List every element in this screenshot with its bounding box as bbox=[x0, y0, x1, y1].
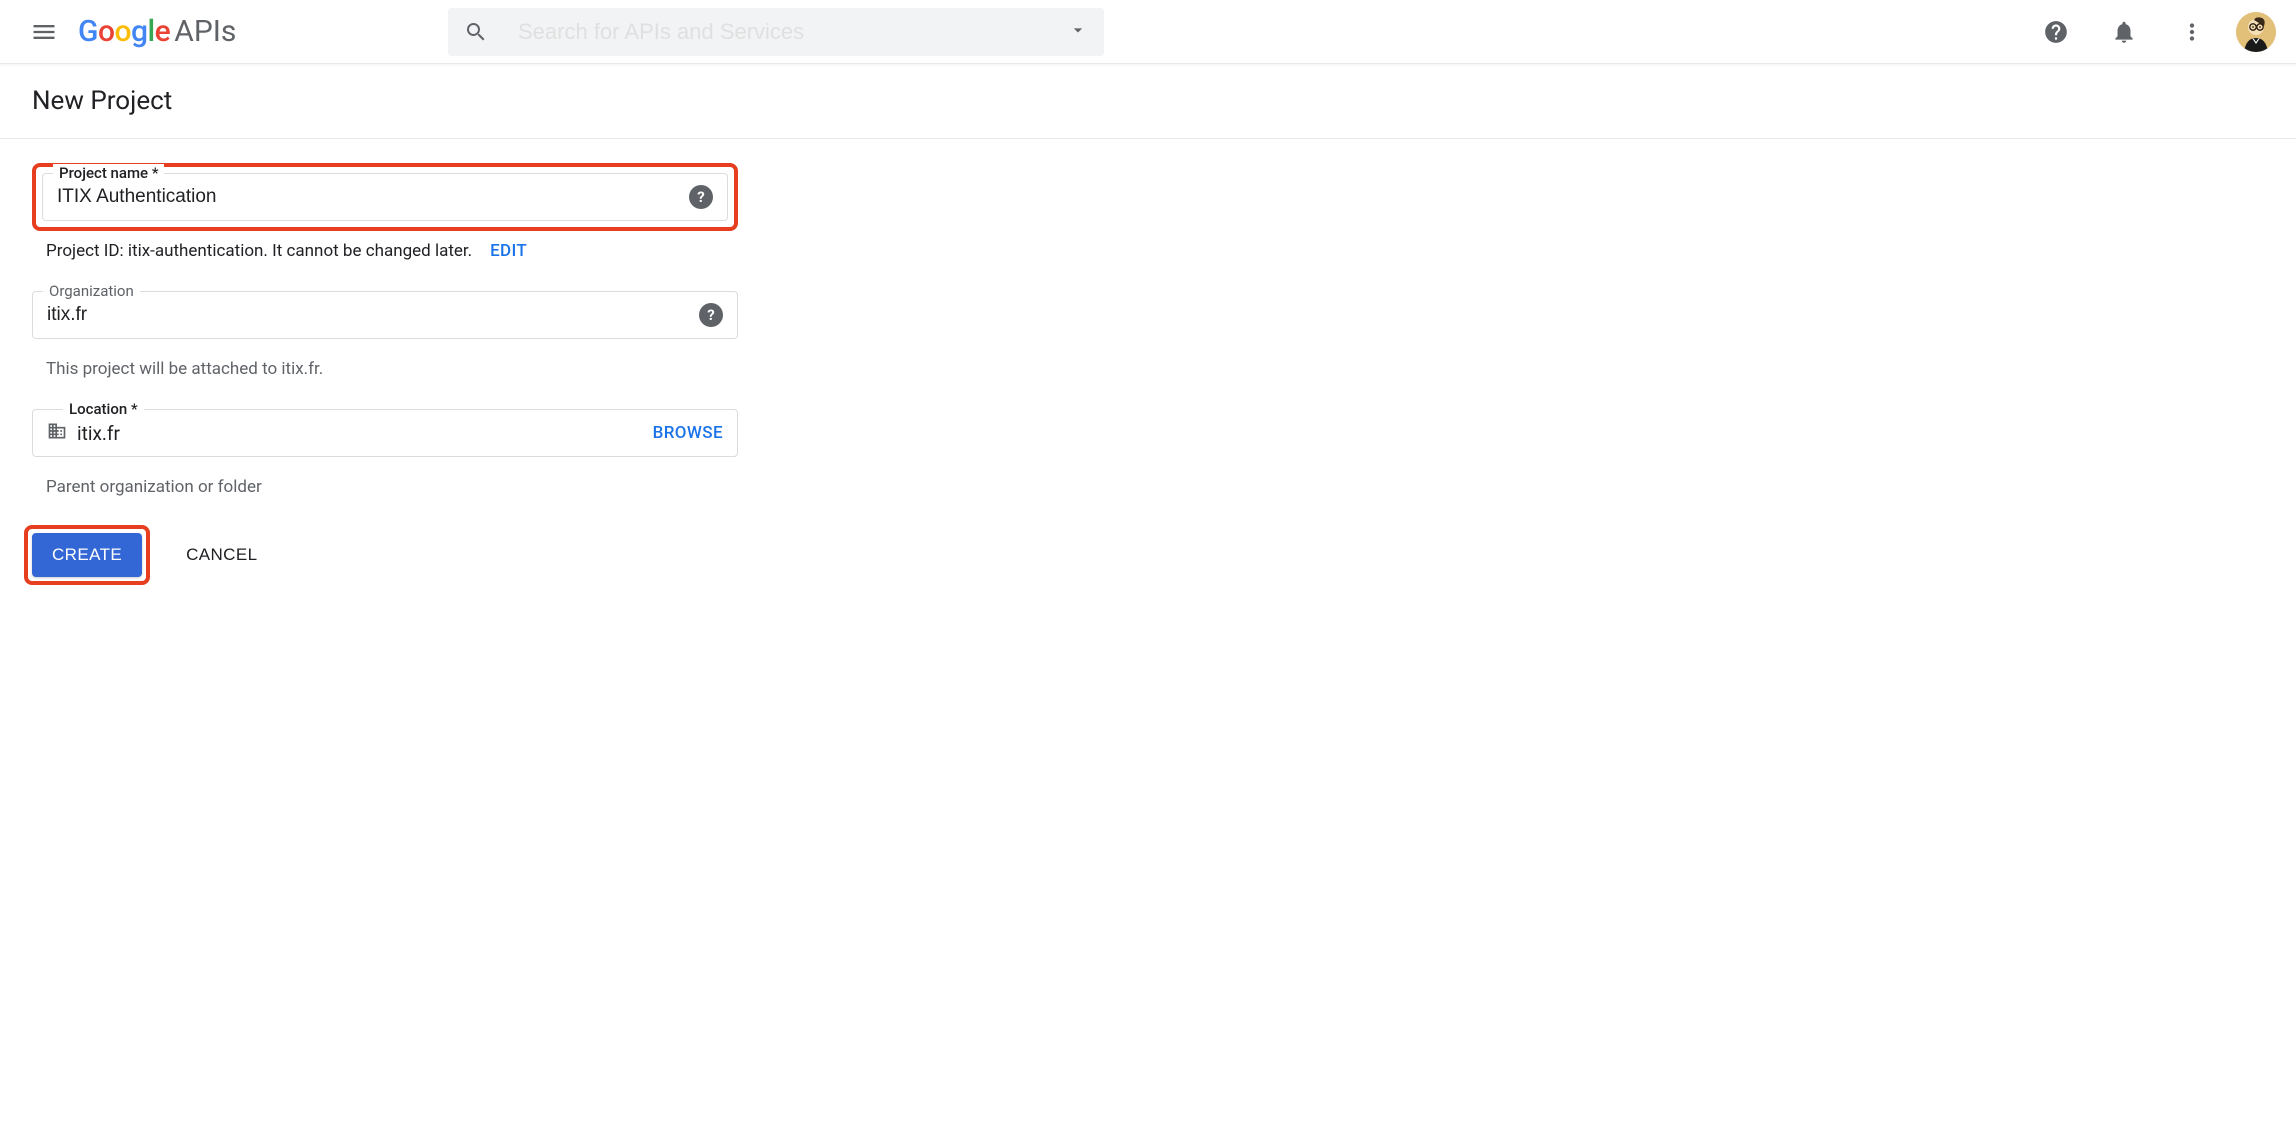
location-label: Location bbox=[63, 400, 144, 418]
more-options-icon[interactable] bbox=[2168, 8, 2216, 56]
organization-field[interactable]: Organization ? bbox=[32, 291, 738, 339]
location-field-wrap: Location itix.fr BROWSE bbox=[32, 409, 738, 457]
search-icon bbox=[464, 20, 488, 44]
edit-project-id-link[interactable]: EDIT bbox=[490, 241, 527, 261]
page-title: New Project bbox=[32, 86, 2264, 116]
form-buttons: CREATE CANCEL bbox=[24, 525, 738, 585]
page-title-bar: New Project bbox=[0, 64, 2296, 139]
google-logo-text: Google bbox=[78, 14, 170, 49]
project-name-label: Project name bbox=[53, 164, 164, 182]
project-id-hint: Project ID: itix-authentication. It cann… bbox=[32, 231, 738, 261]
organization-hint: This project will be attached to itix.fr… bbox=[32, 351, 738, 379]
new-project-form: Project name ? Project ID: itix-authenti… bbox=[0, 139, 770, 609]
header-actions bbox=[2032, 8, 2276, 56]
search-bar[interactable] bbox=[448, 8, 1104, 56]
create-button[interactable]: CREATE bbox=[32, 533, 142, 577]
apis-label: APIs bbox=[174, 14, 236, 49]
cancel-button[interactable]: CANCEL bbox=[178, 533, 265, 577]
organization-field-wrap: Organization ? bbox=[32, 291, 738, 339]
organization-help-icon[interactable]: ? bbox=[699, 303, 723, 327]
browse-button[interactable]: BROWSE bbox=[653, 423, 723, 443]
search-dropdown-icon[interactable] bbox=[1068, 20, 1088, 44]
location-field[interactable]: Location itix.fr BROWSE bbox=[32, 409, 738, 457]
organization-icon bbox=[47, 421, 67, 445]
project-name-field[interactable]: Project name ? bbox=[42, 173, 728, 221]
project-name-highlight: Project name ? bbox=[32, 163, 738, 231]
create-button-highlight: CREATE bbox=[24, 525, 150, 585]
help-icon[interactable] bbox=[2032, 8, 2080, 56]
app-header: Google APIs bbox=[0, 0, 2296, 64]
organization-input[interactable] bbox=[47, 304, 699, 326]
project-name-help-icon[interactable]: ? bbox=[689, 185, 713, 209]
project-id-value: itix-authentication. It cannot be change… bbox=[128, 241, 472, 261]
google-apis-logo[interactable]: Google APIs bbox=[78, 14, 236, 49]
location-value: itix.fr bbox=[77, 422, 653, 445]
user-avatar[interactable] bbox=[2236, 12, 2276, 52]
location-hint: Parent organization or folder bbox=[32, 469, 738, 497]
notifications-icon[interactable] bbox=[2100, 8, 2148, 56]
project-name-input[interactable] bbox=[57, 186, 689, 208]
search-input[interactable] bbox=[518, 19, 1058, 45]
project-id-prefix: Project ID: bbox=[46, 241, 128, 261]
hamburger-menu-icon[interactable] bbox=[20, 8, 68, 56]
organization-label: Organization bbox=[43, 282, 140, 300]
